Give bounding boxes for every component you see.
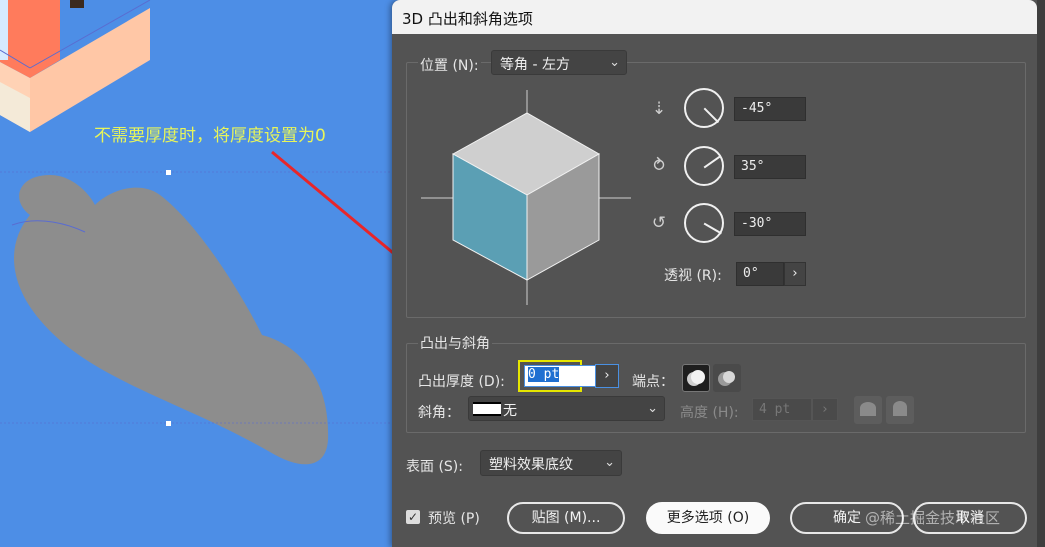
x-axis-rotate-icon: ⇣ [651, 99, 667, 119]
perspective-expand-button[interactable]: › [784, 262, 806, 286]
position-label: 位置 (N): [418, 55, 481, 75]
position-select-value: 等角 - 左方 [500, 57, 570, 73]
annotation-text: 不需要厚度时，将厚度设置为0 [94, 126, 326, 146]
extrude-bevel-dialog: 3D 凸出和斜角选项 位置 (N): 等角 - 左方 ⌄ ⇣ -45° ⥁ 35… [392, 0, 1045, 547]
bevel-select-value: 无 [503, 403, 517, 419]
building-detail [70, 0, 84, 8]
surface-select[interactable]: 塑料效果底纹 ⌄ [480, 450, 622, 476]
depth-label: 凸出厚度 (D): [418, 374, 505, 390]
map-button[interactable]: 贴图 (M)... [507, 502, 625, 534]
cube-preview[interactable] [406, 80, 641, 315]
chevron-down-icon: ⌄ [609, 55, 620, 70]
cap-on-button[interactable] [682, 364, 710, 392]
selection-handle [166, 421, 171, 426]
y-axis-input[interactable]: 35° [734, 155, 806, 179]
x-axis-input[interactable]: -45° [734, 97, 806, 121]
bevel-in-button[interactable] [886, 396, 914, 424]
cap-off-button[interactable] [713, 364, 741, 392]
depth-input[interactable]: 0 pt [524, 365, 596, 387]
right-edge-panel [1037, 0, 1045, 547]
chevron-down-icon: ⌄ [604, 455, 615, 470]
preview-checkbox[interactable]: ✓ [406, 510, 420, 524]
canvas-artwork [0, 0, 395, 465]
cloud-shape [13, 175, 329, 465]
cap-label: 端点： [632, 374, 674, 390]
dialog-title-bar[interactable]: 3D 凸出和斜角选项 [392, 0, 1037, 34]
z-axis-rotate-icon: ↺ [651, 213, 667, 233]
height-input[interactable]: 4 pt [752, 398, 812, 421]
depth-input-value: 0 pt [528, 367, 560, 382]
position-select[interactable]: 等角 - 左方 ⌄ [491, 50, 627, 75]
chevron-down-icon: ⌄ [647, 401, 658, 416]
surface-select-value: 塑料效果底纹 [489, 457, 573, 473]
depth-expand-button[interactable]: › [595, 364, 619, 388]
height-expand-button[interactable]: › [812, 398, 838, 421]
watermark: @稀土掘金技术社区 [865, 509, 1001, 527]
more-options-button[interactable]: 更多选项 (O) [646, 502, 770, 534]
dialog-title: 3D 凸出和斜角选项 [402, 10, 533, 28]
surface-label: 表面 (S): [406, 459, 463, 475]
selection-handle [166, 170, 171, 175]
extrude-section-title: 凸出与斜角 [418, 333, 492, 353]
bevel-label: 斜角： [418, 405, 460, 421]
y-axis-dial[interactable] [684, 146, 724, 186]
z-axis-input[interactable]: -30° [734, 212, 806, 236]
height-label: 高度 (H): [680, 405, 739, 421]
perspective-input[interactable]: 0° [736, 262, 784, 286]
artboard-canvas[interactable]: 不需要厚度时，将厚度设置为0 [0, 0, 395, 547]
cube-preview-graphic [421, 90, 631, 305]
preview-label: 预览 (P) [428, 511, 480, 527]
x-axis-dial[interactable] [684, 88, 724, 128]
bevel-out-button[interactable] [854, 396, 882, 424]
z-axis-dial[interactable] [684, 203, 724, 243]
bevel-swatch [473, 402, 501, 416]
bevel-select[interactable]: 无 ⌄ [468, 396, 665, 421]
perspective-label: 透视 (R): [664, 268, 722, 284]
y-axis-rotate-icon: ⥁ [653, 156, 665, 176]
